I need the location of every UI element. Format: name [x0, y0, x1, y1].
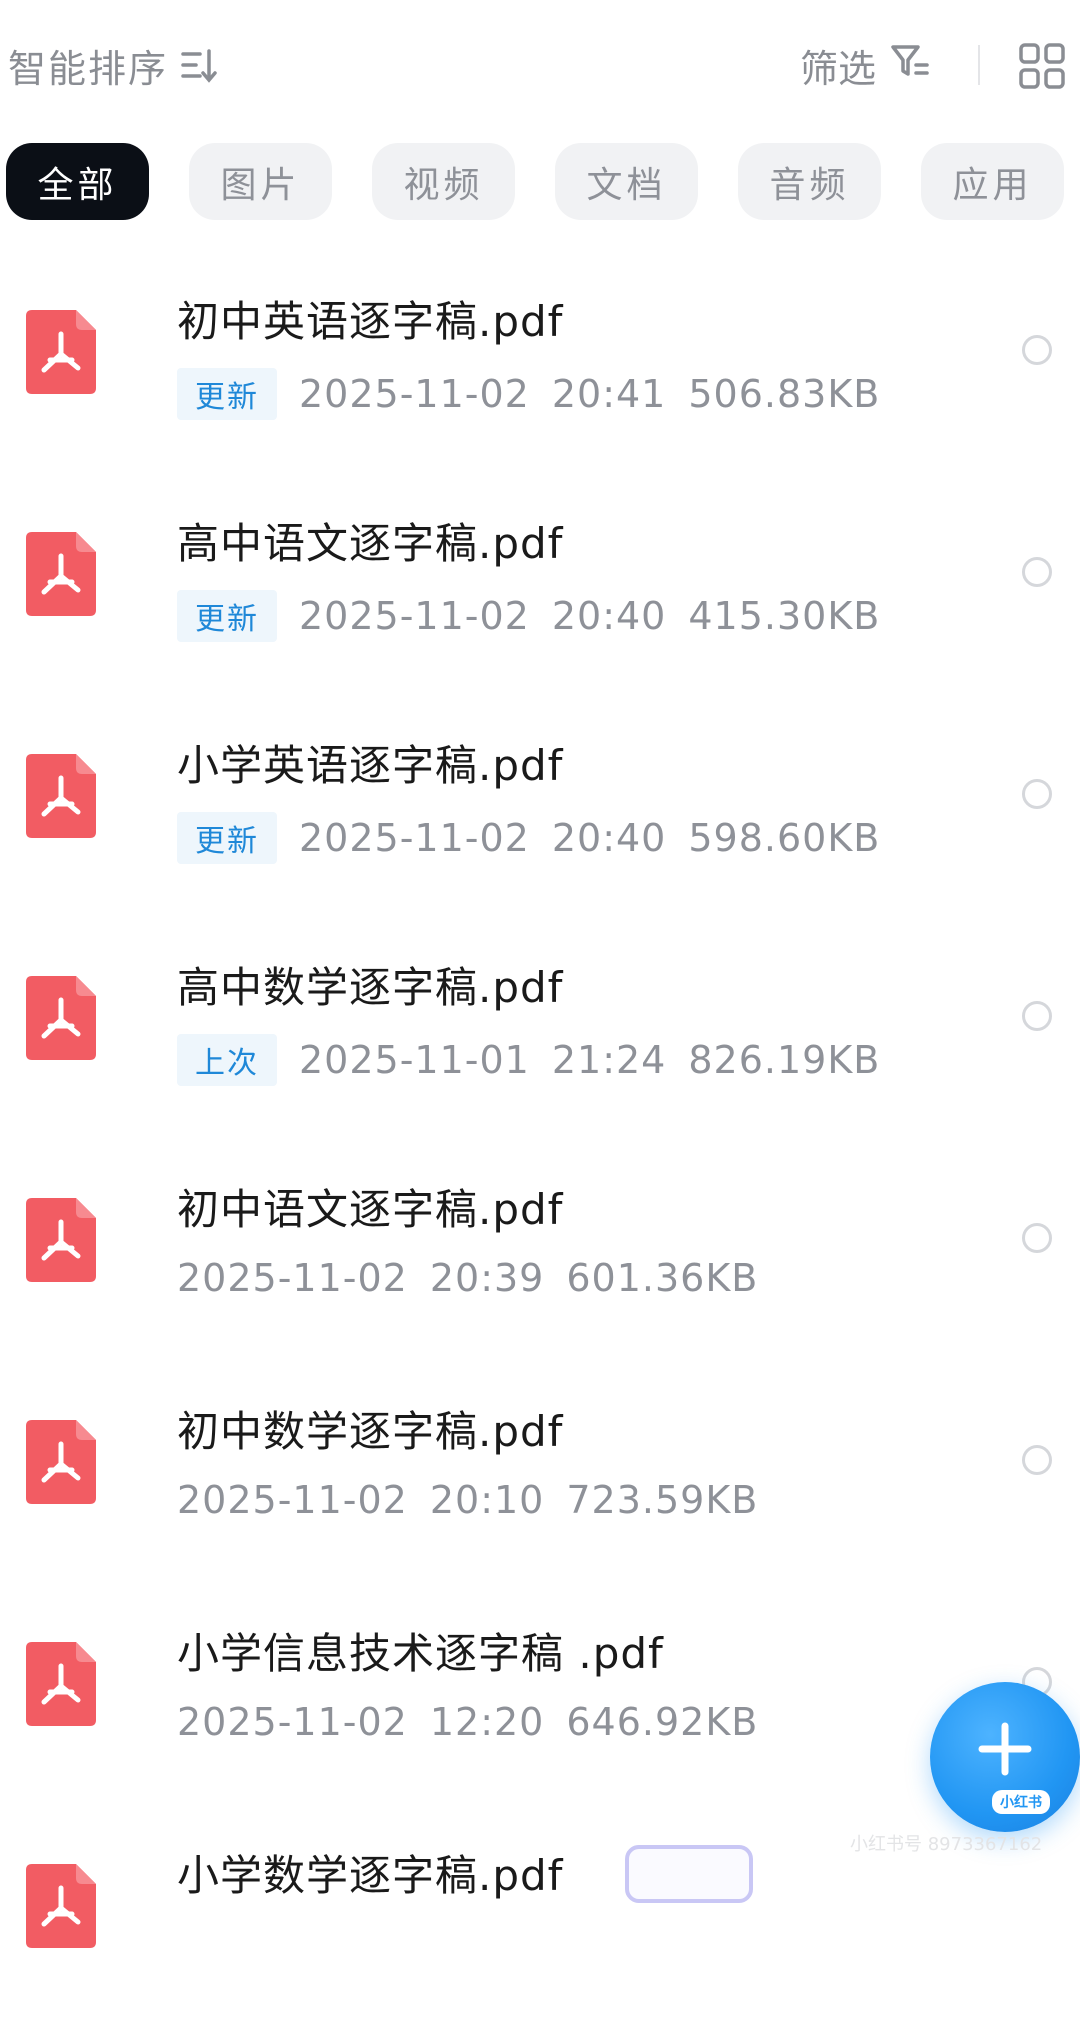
smart-sort-button[interactable]: 智能排序 [8, 38, 218, 93]
pdf-file-icon [26, 310, 96, 394]
pdf-file-icon [26, 1198, 96, 1282]
file-meta: 2025-11-02 12:20 646.92KB [177, 1700, 758, 1744]
file-name: 初中语文逐字稿.pdf [177, 1185, 564, 1234]
file-size: 723.59KB [566, 1478, 759, 1522]
file-time: 20:40 [551, 816, 667, 860]
sort-icon [180, 47, 218, 85]
watermark: 小红书号 8973367162 [850, 1834, 1043, 1855]
file-date: 2025-11-01 [299, 1038, 530, 1082]
file-size: 601.36KB [566, 1256, 759, 1300]
tab-images[interactable]: 图片 [189, 143, 332, 220]
grid-view-button[interactable] [1018, 42, 1066, 94]
tab-all[interactable]: 全部 [6, 143, 149, 220]
file-meta: 上次 2025-11-01 21:24 826.19KB [177, 1034, 880, 1086]
file-name: 小学数学逐字稿.pdf [177, 1851, 564, 1900]
category-tabs: 全部 图片 视频 文档 音频 应用 [6, 143, 1064, 220]
tab-documents[interactable]: 文档 [555, 143, 698, 220]
file-meta: 更新 2025-11-02 20:40 598.60KB [177, 812, 880, 864]
file-time: 20:41 [551, 372, 667, 416]
file-row[interactable]: 初中语文逐字稿.pdf 2025-11-02 20:39 601.36KB [0, 1148, 1080, 1370]
grid-view-icon [1018, 43, 1066, 94]
file-row[interactable]: 初中数学逐字稿.pdf 2025-11-02 20:10 723.59KB [0, 1370, 1080, 1592]
file-name: 初中英语逐字稿.pdf [177, 297, 564, 346]
file-size: 826.19KB [688, 1038, 881, 1082]
add-fab-button[interactable]: 小红书 [930, 1682, 1080, 1832]
file-meta: 更新 2025-11-02 20:40 415.30KB [177, 590, 880, 642]
file-size: 415.30KB [688, 594, 881, 638]
file-row[interactable]: 小学信息技术逐字稿 .pdf 2025-11-02 12:20 646.92KB [0, 1592, 1080, 1814]
sort-label: 智能排序 [8, 47, 169, 91]
file-row[interactable]: 初中英语逐字稿.pdf 更新 2025-11-02 20:41 506.83KB [0, 260, 1080, 482]
status-badge: 更新 [177, 812, 277, 864]
file-date: 2025-11-02 [177, 1478, 408, 1522]
pdf-file-icon [26, 532, 96, 616]
file-size: 646.92KB [566, 1700, 759, 1744]
file-row[interactable]: 高中语文逐字稿.pdf 更新 2025-11-02 20:40 415.30KB [0, 482, 1080, 704]
tab-audio[interactable]: 音频 [738, 143, 881, 220]
file-time: 20:10 [429, 1478, 545, 1522]
file-row[interactable]: 高中数学逐字稿.pdf 上次 2025-11-01 21:24 826.19KB [0, 926, 1080, 1148]
file-meta: 2025-11-02 20:39 601.36KB [177, 1256, 758, 1300]
fab-badge: 小红书 [992, 1790, 1050, 1814]
file-name: 初中数学逐字稿.pdf [177, 1407, 564, 1456]
file-size: 598.60KB [688, 816, 881, 860]
pdf-file-icon [26, 1864, 96, 1948]
file-time: 21:24 [551, 1038, 667, 1082]
pdf-file-icon [26, 754, 96, 838]
file-name: 高中语文逐字稿.pdf [177, 519, 564, 568]
select-radio[interactable] [1022, 557, 1052, 587]
filter-label: 筛选 [799, 47, 876, 91]
file-name: 小学信息技术逐字稿 .pdf [177, 1629, 664, 1678]
file-time: 12:20 [429, 1700, 545, 1744]
plus-icon [978, 1722, 1032, 1780]
filter-button[interactable]: 筛选 [800, 38, 930, 93]
bottom-popup-card[interactable] [625, 1845, 753, 1903]
select-radio[interactable] [1022, 335, 1052, 365]
status-badge: 更新 [177, 368, 277, 420]
pdf-file-icon [26, 976, 96, 1060]
file-time: 20:40 [551, 594, 667, 638]
pdf-file-icon [26, 1642, 96, 1726]
tab-videos[interactable]: 视频 [372, 143, 515, 220]
status-badge: 更新 [177, 590, 277, 642]
file-date: 2025-11-02 [299, 816, 530, 860]
select-radio[interactable] [1022, 1223, 1052, 1253]
select-radio[interactable] [1022, 1001, 1052, 1031]
file-date: 2025-11-02 [299, 372, 530, 416]
file-date: 2025-11-02 [299, 594, 530, 638]
file-meta: 更新 2025-11-02 20:41 506.83KB [177, 368, 880, 420]
toolbar-divider [978, 45, 980, 85]
pdf-file-icon [26, 1420, 96, 1504]
file-row[interactable]: 小学英语逐字稿.pdf 更新 2025-11-02 20:40 598.60KB [0, 704, 1080, 926]
file-name: 小学英语逐字稿.pdf [177, 741, 564, 790]
file-meta: 2025-11-02 20:10 723.59KB [177, 1478, 758, 1522]
filter-icon [890, 41, 930, 90]
status-badge: 上次 [177, 1034, 277, 1086]
file-date: 2025-11-02 [177, 1700, 408, 1744]
file-name: 高中数学逐字稿.pdf [177, 963, 564, 1012]
file-list: 初中英语逐字稿.pdf 更新 2025-11-02 20:41 506.83KB… [0, 260, 1080, 2036]
tab-apps[interactable]: 应用 [921, 143, 1064, 220]
file-time: 20:39 [429, 1256, 545, 1300]
select-radio[interactable] [1022, 1445, 1052, 1475]
select-radio[interactable] [1022, 779, 1052, 809]
top-bar: 智能排序 筛选 [0, 0, 1080, 130]
file-size: 506.83KB [688, 372, 881, 416]
file-date: 2025-11-02 [177, 1256, 408, 1300]
